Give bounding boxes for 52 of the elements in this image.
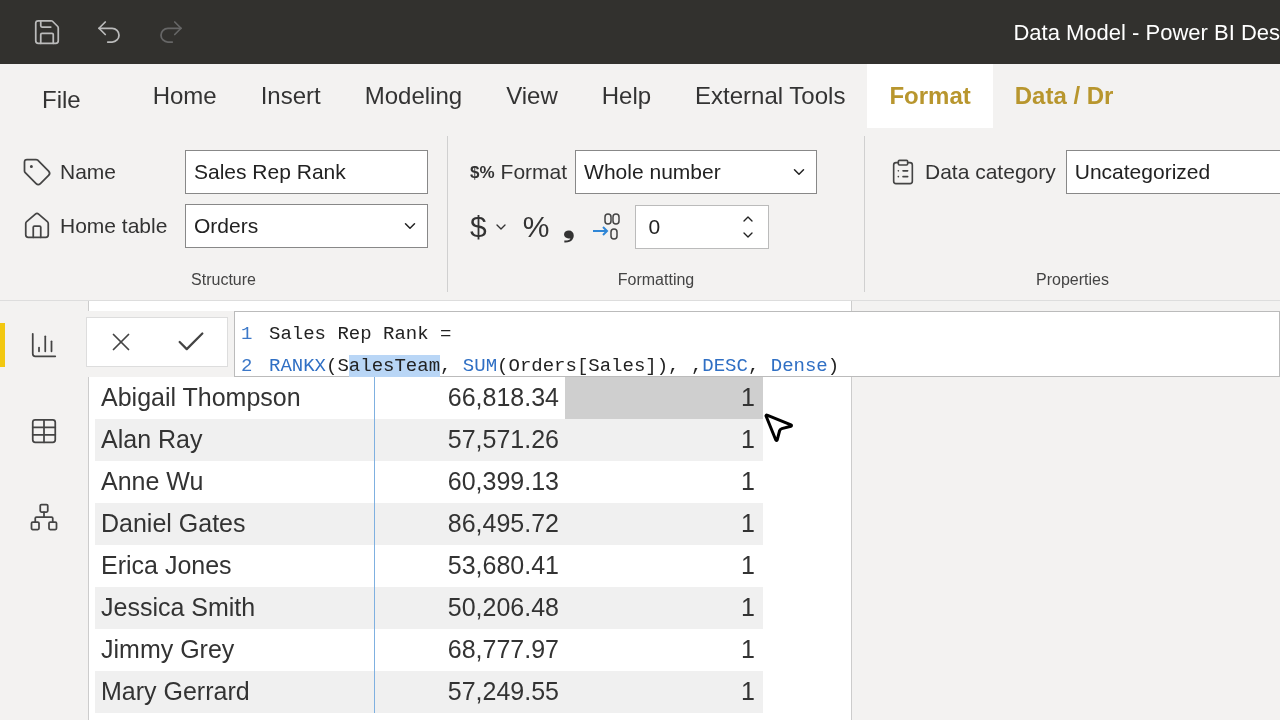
- table-cell-text: 60,399.13: [446, 466, 560, 498]
- group-label: Structure: [191, 270, 256, 290]
- table-cell-text: 1: [740, 676, 756, 708]
- group-label: Formatting: [617, 270, 695, 290]
- currency-button[interactable]: $: [470, 204, 509, 249]
- format-icon: $%: [470, 163, 495, 181]
- tag-icon: [22, 157, 52, 187]
- name-label: Name: [60, 159, 118, 186]
- table-cell-text: 66,818.34: [446, 382, 560, 414]
- formula-editor[interactable]: 1 Sales Rep Rank = 2 RANKX(SalesTeam, SUM(Orders[Sales]), ,DESC, Dense): [234, 311, 1280, 377]
- code-line: Sales Rep Rank =: [269, 321, 452, 347]
- menu-tab[interactable]: Help: [579, 64, 674, 128]
- format-label: Format: [500, 159, 568, 186]
- home-table-dropdown[interactable]: Orders: [185, 204, 428, 248]
- line-number: 2: [241, 353, 254, 379]
- menu-tab[interactable]: View: [484, 64, 580, 128]
- table-cell-text: 1: [740, 508, 756, 540]
- menu-tab[interactable]: Insert: [238, 64, 343, 128]
- menu-tab[interactable]: Home: [130, 64, 239, 128]
- data-category-label: Data category: [925, 159, 1056, 186]
- save-icon[interactable]: [32, 17, 62, 47]
- data-category-dropdown[interactable]: Uncategorized: [1065, 150, 1280, 194]
- table-cell-text: 53,680.41: [446, 550, 560, 582]
- decimal-places-field[interactable]: 0: [635, 204, 770, 249]
- table-cell-text: 57,571.26: [446, 424, 560, 456]
- format-dropdown[interactable]: Whole number: [575, 150, 818, 194]
- table-cell-text: 86,495.72: [446, 508, 560, 540]
- model-view-icon: [29, 502, 59, 532]
- name-field[interactable]: Sales Rep Rank: [185, 150, 428, 194]
- table-cell-text: 1: [740, 424, 756, 456]
- table-cell-text: 68,777.97: [446, 634, 560, 666]
- table-cell-text: 1: [740, 634, 756, 666]
- table-view-icon: [29, 416, 59, 446]
- table-cell-text: 1: [740, 592, 756, 624]
- window-title: Data Model - Power BI Des: [1013, 18, 1280, 47]
- report-view-icon: [29, 330, 59, 360]
- home-table-label: Home table: [60, 213, 169, 240]
- table-cell: Mary Gerrard: [95, 671, 375, 713]
- menu-tab[interactable]: External Tools: [673, 64, 868, 128]
- line-number: 1: [241, 321, 254, 347]
- menu-tab[interactable]: Modeling: [342, 64, 485, 128]
- percent-button[interactable]: %: [522, 204, 550, 249]
- menu-tab[interactable]: File: [20, 72, 103, 128]
- comma-button[interactable]: ❟: [563, 204, 576, 249]
- code-line: RANKX(SalesTeam, SUM(Orders[Sales]), ,DESC, Dense): [269, 353, 840, 379]
- table-cell-text: 50,206.48: [446, 592, 560, 624]
- table-cell: 1: [565, 377, 763, 419]
- table-cell-text: 1: [740, 466, 756, 498]
- home-icon: [22, 211, 52, 241]
- table-cell-text: 57,249.55: [446, 676, 560, 708]
- table-cell-text: 1: [740, 550, 756, 582]
- group-label: Properties: [1036, 270, 1109, 290]
